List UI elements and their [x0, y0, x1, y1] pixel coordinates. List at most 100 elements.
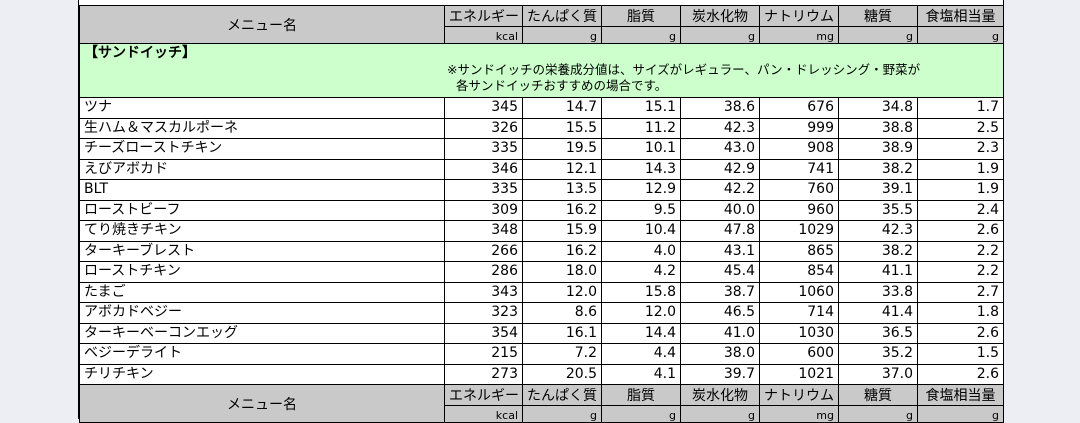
value-cell: 11.2	[601, 117, 681, 139]
column-header: 糖質	[838, 5, 918, 27]
column-unit: g	[601, 26, 681, 44]
value-cell: 38.7	[680, 281, 760, 303]
value-cell: 854	[759, 261, 839, 283]
column-header: 糖質	[838, 384, 918, 406]
value-cell: 12.0	[601, 302, 681, 324]
value-cell: 1.9	[917, 179, 1004, 201]
section-title: 【サンドイッチ】	[84, 45, 196, 61]
value-cell: 2.3	[917, 138, 1004, 160]
column-unit: g	[838, 405, 918, 423]
value-cell: 12.0	[522, 281, 602, 303]
column-unit: g	[601, 405, 681, 423]
value-cell: 38.9	[838, 138, 918, 160]
table-row: ローストチキン 286 18.0 4.2 45.4 854 41.1 2.2	[79, 261, 1004, 283]
value-cell: 10.1	[601, 138, 681, 160]
column-unit: mg	[759, 405, 839, 423]
value-cell: 343	[444, 281, 523, 303]
value-cell: 46.5	[680, 302, 760, 324]
value-cell: 215	[444, 343, 523, 365]
value-cell: 323	[444, 302, 523, 324]
value-cell: 266	[444, 240, 523, 262]
value-cell: 2.2	[917, 240, 1004, 262]
value-cell: 38.6	[680, 97, 760, 119]
value-cell: 18.0	[522, 261, 602, 283]
value-cell: 1030	[759, 322, 839, 344]
value-cell: 348	[444, 220, 523, 242]
value-cell: 40.0	[680, 199, 760, 221]
value-cell: 43.0	[680, 138, 760, 160]
value-cell: 38.2	[838, 240, 918, 262]
value-cell: 326	[444, 117, 523, 139]
value-cell: 1.5	[917, 343, 1004, 365]
value-cell: 16.1	[522, 322, 602, 344]
column-unit: g	[680, 26, 760, 44]
value-cell: 2.4	[917, 199, 1004, 221]
value-cell: 33.8	[838, 281, 918, 303]
value-cell: 16.2	[522, 240, 602, 262]
value-cell: 45.4	[680, 261, 760, 283]
value-cell: 286	[444, 261, 523, 283]
top-header-labels: メニュー名 エネルギー たんぱく質 脂質 炭水化物 ナトリウム 糖質 食塩相当量	[79, 5, 1004, 44]
menu-name-cell: チーズローストチキン	[79, 138, 445, 160]
value-cell: 8.6	[522, 302, 602, 324]
value-cell: 12.1	[522, 158, 602, 180]
column-header: たんぱく質	[522, 5, 602, 27]
value-cell: 42.3	[838, 220, 918, 242]
value-cell: 15.8	[601, 281, 681, 303]
column-header: 炭水化物	[680, 384, 760, 406]
menu-name-cell: えびアボカド	[79, 158, 445, 180]
menu-name-cell: BLT	[79, 179, 445, 201]
value-cell: 346	[444, 158, 523, 180]
table-row: ベジーデライト 215 7.2 4.4 38.0 600 35.2 1.5	[79, 343, 1004, 365]
value-cell: 14.3	[601, 158, 681, 180]
value-cell: 41.0	[680, 322, 760, 344]
column-header: 脂質	[601, 5, 681, 27]
value-cell: 35.2	[838, 343, 918, 365]
value-cell: 2.5	[917, 117, 1004, 139]
value-cell: 42.3	[680, 117, 760, 139]
value-cell: 36.5	[838, 322, 918, 344]
value-cell: 41.4	[838, 302, 918, 324]
value-cell: 38.2	[838, 158, 918, 180]
nutrition-table: メニュー名 エネルギー たんぱく質 脂質 炭水化物 ナトリウム 糖質 食塩相当量 kcal g g g…	[79, 5, 1004, 423]
column-header: 炭水化物	[680, 5, 760, 27]
value-cell: 43.1	[680, 240, 760, 262]
table-row: チーズローストチキン 335 19.5 10.1 43.0 908 38.9 2.3	[79, 138, 1004, 160]
value-cell: 760	[759, 179, 839, 201]
menu-name-cell: ツナ	[79, 97, 445, 119]
value-cell: 714	[759, 302, 839, 324]
value-cell: 4.0	[601, 240, 681, 262]
value-cell: 335	[444, 179, 523, 201]
column-unit: g	[838, 26, 918, 44]
value-cell: 20.5	[522, 363, 602, 385]
column-header-name: メニュー名	[79, 5, 445, 44]
value-cell: 42.9	[680, 158, 760, 180]
value-cell: 12.9	[601, 179, 681, 201]
menu-name-cell: チリチキン	[79, 363, 445, 385]
value-cell: 13.5	[522, 179, 602, 201]
value-cell: 37.0	[838, 363, 918, 385]
value-cell: 741	[759, 158, 839, 180]
table-row: ターキーブレスト 266 16.2 4.0 43.1 865 38.2 2.2	[79, 240, 1004, 262]
table-row: てり焼きチキン 348 15.9 10.4 47.8 1029 42.3 2.6	[79, 220, 1004, 242]
column-unit: g	[680, 405, 760, 423]
value-cell: 1029	[759, 220, 839, 242]
value-cell: 309	[444, 199, 523, 221]
value-cell: 1.9	[917, 158, 1004, 180]
column-unit: g	[522, 26, 602, 44]
table-row: BLT 335 13.5 12.9 42.2 760 39.1 1.9	[79, 179, 1004, 201]
value-cell: 34.8	[838, 97, 918, 119]
table-row: ツナ 345 14.7 15.1 38.6 676 34.8 1.7	[79, 97, 1004, 119]
value-cell: 38.0	[680, 343, 760, 365]
column-unit: g	[522, 405, 602, 423]
table-row: アボカドベジー 323 8.6 12.0 46.5 714 41.4 1.8	[79, 302, 1004, 324]
value-cell: 600	[759, 343, 839, 365]
value-cell: 2.7	[917, 281, 1004, 303]
column-header: 脂質	[601, 384, 681, 406]
value-cell: 39.1	[838, 179, 918, 201]
value-cell: 676	[759, 97, 839, 119]
value-cell: 908	[759, 138, 839, 160]
menu-name-cell: ベジーデライト	[79, 343, 445, 365]
menu-name-cell: ターキーベーコンエッグ	[79, 322, 445, 344]
column-unit: mg	[759, 26, 839, 44]
